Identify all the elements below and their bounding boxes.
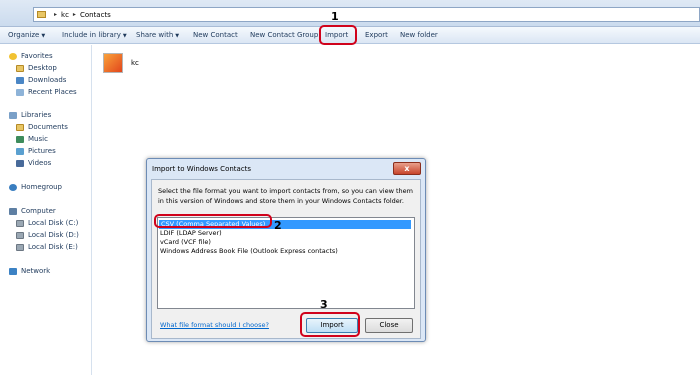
dropdown-arrow-icon: ▼ — [175, 33, 180, 39]
nav-recent-places[interactable]: Recent Places — [16, 87, 77, 98]
breadcrumb-separator-icon[interactable]: ▸ — [54, 11, 57, 18]
navigation-pane: Favorites Desktop Downloads Recent Place… — [0, 45, 92, 375]
contact-picture-icon[interactable] — [103, 53, 123, 73]
step-3-number: 3 — [320, 298, 328, 311]
step-3-highlight — [300, 312, 360, 337]
computer-icon — [9, 208, 17, 215]
step-2-number: 2 — [274, 219, 282, 232]
share-with-label: Share with — [136, 31, 174, 39]
import-dialog: Import to Windows Contacts x Select the … — [146, 158, 426, 342]
format-listbox[interactable]: CSV (Comma Separated Values) LDIF (LDAP … — [157, 217, 415, 309]
music-icon — [16, 136, 24, 143]
nav-computer[interactable]: Computer — [9, 206, 56, 217]
nav-computer-label: Computer — [21, 207, 56, 215]
nav-disk-c-label: Local Disk (C:) — [28, 219, 79, 227]
nav-music[interactable]: Music — [16, 134, 48, 145]
breadcrumb-kc[interactable]: kc — [61, 11, 69, 19]
nav-libraries-label: Libraries — [21, 111, 52, 119]
breadcrumb-contacts[interactable]: Contacts — [80, 11, 111, 19]
dropdown-arrow-icon: ▼ — [122, 33, 127, 39]
format-help-link[interactable]: What file format should I choose? — [160, 321, 269, 329]
nav-downloads[interactable]: Downloads — [16, 75, 66, 86]
nav-recent-places-label: Recent Places — [28, 88, 77, 96]
address-bar-area: ▸ kc ▸ Contacts — [0, 0, 700, 27]
address-bar[interactable]: ▸ kc ▸ Contacts — [33, 7, 700, 22]
format-option-wab[interactable]: Windows Address Book File (Outlook Expre… — [160, 247, 338, 256]
nav-libraries[interactable]: Libraries — [9, 110, 51, 121]
include-in-library-menu[interactable]: Include in library ▼ — [62, 30, 127, 41]
nav-videos-label: Videos — [28, 159, 52, 167]
step-2-highlight — [154, 214, 272, 228]
nav-downloads-label: Downloads — [28, 76, 67, 84]
hard-disk-icon — [16, 232, 24, 239]
format-option-vcard[interactable]: vCard (VCF file) — [160, 238, 211, 247]
contacts-folder-icon — [37, 11, 46, 18]
step-1-number: 1 — [331, 10, 339, 23]
step-1-highlight — [319, 25, 357, 45]
nav-network-label: Network — [21, 267, 51, 275]
dialog-title: Import to Windows Contacts — [152, 165, 252, 173]
nav-disk-c[interactable]: Local Disk (C:) — [16, 218, 78, 229]
nav-desktop-label: Desktop — [28, 64, 57, 72]
nav-disk-e-label: Local Disk (E:) — [28, 243, 78, 251]
nav-disk-d[interactable]: Local Disk (D:) — [16, 230, 79, 241]
downloads-icon — [16, 77, 24, 84]
nav-favorites-label: Favorites — [21, 52, 53, 60]
organize-menu[interactable]: Organize ▼ — [8, 30, 45, 41]
hard-disk-icon — [16, 220, 24, 227]
nav-documents[interactable]: Documents — [16, 122, 68, 133]
nav-documents-label: Documents — [28, 123, 68, 131]
include-in-library-label: Include in library — [62, 31, 121, 39]
new-contact-group-button[interactable]: New Contact Group — [250, 30, 318, 41]
dialog-close-icon[interactable]: x — [393, 162, 421, 175]
new-contact-button[interactable]: New Contact — [193, 30, 238, 41]
pictures-icon — [16, 148, 24, 155]
documents-icon — [16, 124, 24, 131]
nav-desktop[interactable]: Desktop — [16, 63, 57, 74]
organize-label: Organize — [8, 31, 40, 39]
dialog-close-button[interactable]: Close — [365, 318, 413, 333]
star-icon — [9, 53, 17, 60]
homegroup-icon — [9, 184, 17, 191]
desktop-icon — [16, 65, 24, 72]
dialog-body: Select the file format you want to impor… — [151, 179, 421, 339]
nav-homegroup-label: Homegroup — [21, 183, 63, 191]
network-icon — [9, 268, 17, 275]
nav-network[interactable]: Network — [9, 266, 50, 277]
contact-item-label[interactable]: kc — [131, 59, 139, 67]
libraries-icon — [9, 112, 17, 119]
nav-disk-e[interactable]: Local Disk (E:) — [16, 242, 78, 253]
share-with-menu[interactable]: Share with ▼ — [136, 30, 179, 41]
breadcrumb-separator-icon[interactable]: ▸ — [73, 11, 76, 18]
hard-disk-icon — [16, 244, 24, 251]
dropdown-arrow-icon: ▼ — [41, 33, 46, 39]
format-option-ldif[interactable]: LDIF (LDAP Server) — [160, 229, 222, 238]
dialog-instructions: Select the file format you want to impor… — [158, 187, 413, 205]
new-folder-button[interactable]: New folder — [400, 30, 438, 41]
nav-pictures-label: Pictures — [28, 147, 56, 155]
export-button[interactable]: Export — [365, 30, 388, 41]
nav-homegroup[interactable]: Homegroup — [9, 182, 62, 193]
nav-videos[interactable]: Videos — [16, 158, 51, 169]
nav-favorites[interactable]: Favorites — [9, 51, 53, 62]
recent-places-icon — [16, 89, 24, 96]
nav-music-label: Music — [28, 135, 48, 143]
videos-icon — [16, 160, 24, 167]
nav-disk-d-label: Local Disk (D:) — [28, 231, 79, 239]
nav-pictures[interactable]: Pictures — [16, 146, 56, 157]
